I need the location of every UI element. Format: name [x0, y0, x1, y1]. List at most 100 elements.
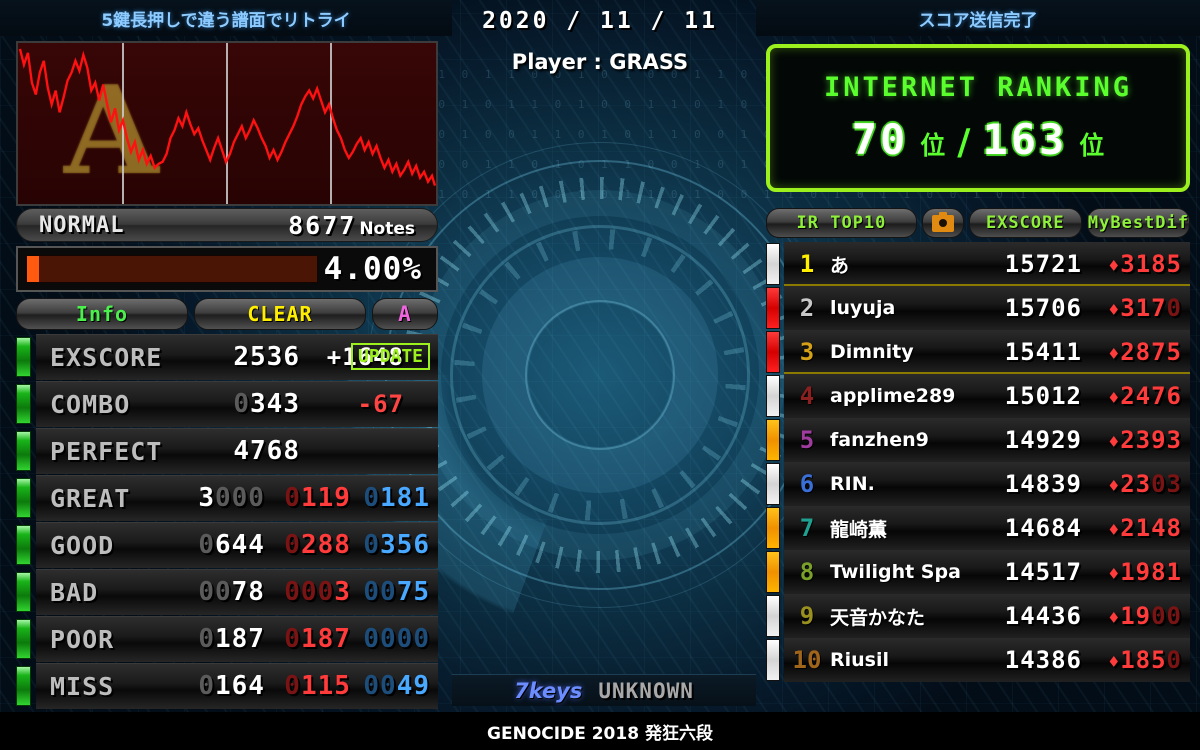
stat-label: MISS: [50, 671, 115, 701]
stat-fast-count: 0288: [284, 530, 351, 560]
stat-row-indicator: [16, 525, 31, 565]
ir-ranking-row[interactable]: 1 あ 15721 ♦3185: [766, 242, 1190, 286]
ir-score-difference: ♦3170: [1108, 294, 1182, 322]
ir-exscore-button[interactable]: EXSCORE: [968, 208, 1082, 238]
rank-separator: /: [957, 122, 971, 163]
ir-rank-number: 5: [799, 426, 815, 454]
notes-count-wrap: 8677 Notes: [288, 211, 415, 240]
stat-row-content: POOR 0187 0187 0000: [36, 616, 438, 662]
stat-row-indicator: [16, 384, 31, 424]
screenshot-button[interactable]: [921, 208, 964, 238]
stat-row-indicator: [16, 572, 31, 612]
ir-score-difference: ♦2303: [1108, 470, 1182, 498]
key-mode-label: 7keys: [514, 678, 583, 703]
ir-rank-number: 2: [799, 294, 815, 322]
ir-row-content: 4 applime289 15012 ♦2476: [784, 374, 1190, 418]
ir-rank-number: 3: [799, 338, 815, 366]
camera-icon: [931, 211, 954, 232]
ir-player-name: 龍崎薫: [830, 518, 888, 541]
stat-slow-count: 0000: [363, 624, 430, 654]
stat-row-indicator: [16, 337, 31, 377]
stat-diff: -67: [357, 390, 404, 418]
ir-score-difference: ♦2393: [1108, 426, 1182, 454]
stat-row-indicator: [16, 666, 31, 706]
stat-value: 4768: [233, 436, 300, 466]
ir-ranking-row[interactable]: 5 fanzhen9 14929 ♦2393: [766, 418, 1190, 462]
ir-score-difference: ♦1900: [1108, 602, 1182, 630]
ir-clear-lamp: [766, 463, 780, 505]
stat-value: 3000: [198, 483, 265, 513]
ir-score-value: 14386: [1004, 646, 1082, 674]
ir-ranking-row[interactable]: 4 applime289 15012 ♦2476: [766, 374, 1190, 418]
ir-ranking-row[interactable]: 2 luyuja 15706 ♦3170: [766, 286, 1190, 330]
stat-label: GREAT: [50, 483, 131, 513]
ir-row-content: 5 fanzhen9 14929 ♦2393: [784, 418, 1190, 462]
stat-row: COMBO 0343 -67: [16, 381, 438, 427]
ir-rank-number: 4: [799, 382, 815, 410]
ir-clear-lamp: [766, 419, 780, 461]
tab-clear-lamp[interactable]: CLEAR: [194, 298, 366, 330]
ir-ranking-row[interactable]: 7 龍崎薫 14684 ♦2148: [766, 506, 1190, 550]
ir-rank-number: 9: [799, 602, 815, 630]
stat-row-indicator: [16, 619, 31, 659]
ir-player-name: 天音かなた: [830, 606, 926, 629]
update-badge: UPDATE: [350, 343, 430, 370]
stat-row-content: BAD 0078 0003 0075: [36, 569, 438, 615]
ir-clear-lamp: [766, 551, 780, 593]
notes-count-value: 8677: [288, 210, 357, 240]
ir-score-difference: ♦2148: [1108, 514, 1182, 542]
ir-row-content: 9 天音かなた 14436 ♦1900: [784, 594, 1190, 638]
internet-ranking-box: INTERNET RANKING 70 位 / 163 位: [766, 44, 1190, 192]
ir-ranking-row[interactable]: 3 Dimnity 15411 ♦2875: [766, 330, 1190, 374]
rank-unit-1: 位: [920, 131, 946, 160]
stat-row: BAD 0078 0003 0075: [16, 569, 438, 615]
stat-row-content: COMBO 0343 -67: [36, 381, 438, 427]
ir-ranking-row[interactable]: 8 Twilight Sparkle 14517 ♦1981: [766, 550, 1190, 594]
play-date: 2020 / 11 / 11: [482, 8, 718, 34]
stat-label: PERFECT: [50, 436, 163, 466]
ir-score-value: 14517: [1004, 558, 1082, 586]
total-players-value: 163: [982, 115, 1068, 164]
stat-fast-count: 0119: [284, 483, 351, 513]
ir-clear-lamp: [766, 375, 780, 417]
ir-score-value: 15721: [1004, 250, 1082, 278]
retry-hint-banner: 5鍵長押しで違う譜面でリトライ: [0, 0, 452, 36]
stat-slow-count: 0049: [363, 671, 430, 701]
ir-score-value: 14929: [1004, 426, 1082, 454]
player-name: Player : GRASS: [511, 50, 689, 74]
ir-ranking-row[interactable]: 6 RIN. 14839 ♦2303: [766, 462, 1190, 506]
ir-score-value: 15706: [1004, 294, 1082, 322]
stat-label: GOOD: [50, 530, 115, 560]
ir-ranking-row[interactable]: 10 Riusil 14386 ♦1850: [766, 638, 1190, 682]
ir-score-difference: ♦3185: [1108, 250, 1182, 278]
ir-player-name: Riusil: [830, 649, 890, 671]
stat-label: POOR: [50, 624, 115, 654]
ir-player-name: Dimnity: [830, 341, 914, 363]
ir-mybestdif-button[interactable]: MyBestDif: [1086, 208, 1190, 238]
stat-row-indicator: [16, 478, 31, 518]
ir-top10-button[interactable]: IR TOP10: [766, 208, 917, 238]
tab-rank-grade[interactable]: A: [372, 298, 438, 330]
ir-score-value: 15012: [1004, 382, 1082, 410]
retry-hint-text: 5鍵長押しで違う譜面でリトライ: [101, 10, 351, 31]
stat-fast-count: 0003: [284, 577, 351, 607]
ir-ranking-row[interactable]: 9 天音かなた 14436 ♦1900: [766, 594, 1190, 638]
ir-clear-lamp: [766, 331, 780, 373]
stat-row: GREAT 3000 0119 0181: [16, 475, 438, 521]
ir-row-content: 10 Riusil 14386 ♦1850: [784, 638, 1190, 682]
hud-tick-marks-inner: [450, 225, 750, 525]
score-panel: A NORMAL 8677 Notes 4.00% Info CLEAR A E…: [0, 36, 452, 709]
ir-row-content: 6 RIN. 14839 ♦2303: [784, 462, 1190, 506]
gauge-type-bar: NORMAL 8677 Notes: [16, 208, 438, 242]
stat-value: 0078: [198, 577, 265, 607]
ir-row-content: 3 Dimnity 15411 ♦2875: [784, 330, 1190, 374]
ir-row-content: 7 龍崎薫 14684 ♦2148: [784, 506, 1190, 550]
stat-slow-count: 0356: [363, 530, 430, 560]
ir-score-value: 14839: [1004, 470, 1082, 498]
tab-info[interactable]: Info: [16, 298, 188, 330]
song-title: GENOCIDE 2018 発狂六段: [0, 712, 1200, 750]
ir-clear-lamp: [766, 595, 780, 637]
stat-row: PERFECT 4768: [16, 428, 438, 474]
chart-info-bar: 7keys UNKNOWN: [452, 674, 756, 706]
my-rank-value: 70: [851, 115, 909, 164]
